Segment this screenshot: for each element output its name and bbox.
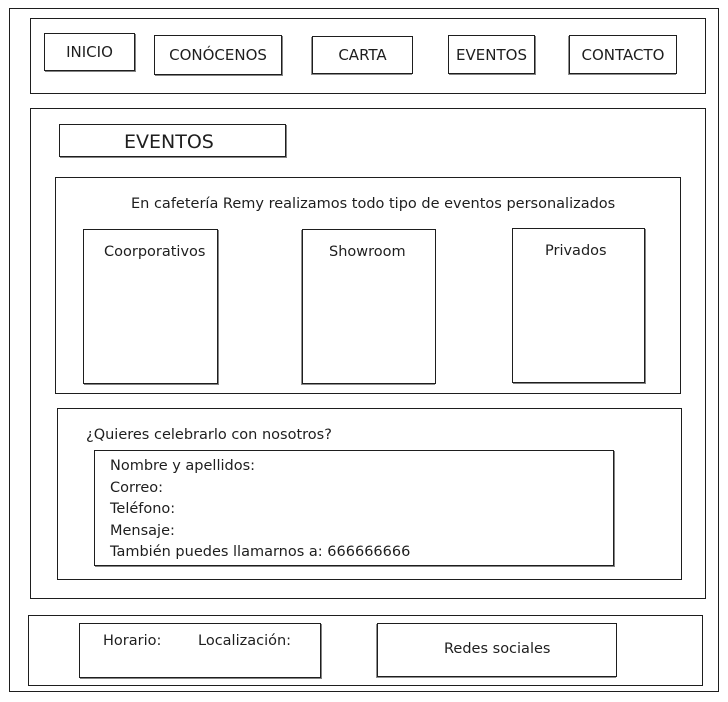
footer-hours-label: Horario: <box>103 633 162 649</box>
nav-inicio[interactable]: INICIO <box>44 33 135 71</box>
field-correo[interactable]: Correo: <box>110 478 410 500</box>
footer-location-label: Localización: <box>198 633 292 649</box>
events-intro: En cafetería Remy realizamos todo tipo d… <box>131 196 616 212</box>
contact-form[interactable]: Nombre y apellidos: Correo: Teléfono: Me… <box>94 450 614 566</box>
footer-info-box: Horario: Localización: <box>79 623 321 678</box>
nav-contacto[interactable]: CONTACTO <box>569 35 677 74</box>
page-title-text: EVENTOS <box>124 131 214 153</box>
nav-eventos[interactable]: EVENTOS <box>448 35 535 74</box>
nav-carta[interactable]: CARTA <box>312 36 413 74</box>
card-privados[interactable]: Privados <box>512 228 645 383</box>
contact-fields: Nombre y apellidos: Correo: Teléfono: Me… <box>110 456 410 564</box>
social-label: Redes sociales <box>444 641 551 657</box>
nav-conocenos[interactable]: CONÓCENOS <box>154 35 282 75</box>
phone-note: También puedes llamarnos a: 666666666 <box>110 544 411 560</box>
card-showroom[interactable]: Showroom <box>302 229 436 384</box>
field-mensaje[interactable]: Mensaje: <box>110 521 410 543</box>
card-showroom-label: Showroom <box>329 244 406 260</box>
card-coorporativos-label: Coorporativos <box>104 244 206 260</box>
page-title: EVENTOS <box>59 124 286 157</box>
card-privados-label: Privados <box>545 243 607 259</box>
field-telefono[interactable]: Teléfono: <box>110 499 410 521</box>
card-coorporativos[interactable]: Coorporativos <box>83 229 218 384</box>
contact-heading: ¿Quieres celebrarlo con nosotros? <box>86 427 332 443</box>
field-nombre[interactable]: Nombre y apellidos: <box>110 456 410 478</box>
social-links-box[interactable]: Redes sociales <box>377 623 617 677</box>
